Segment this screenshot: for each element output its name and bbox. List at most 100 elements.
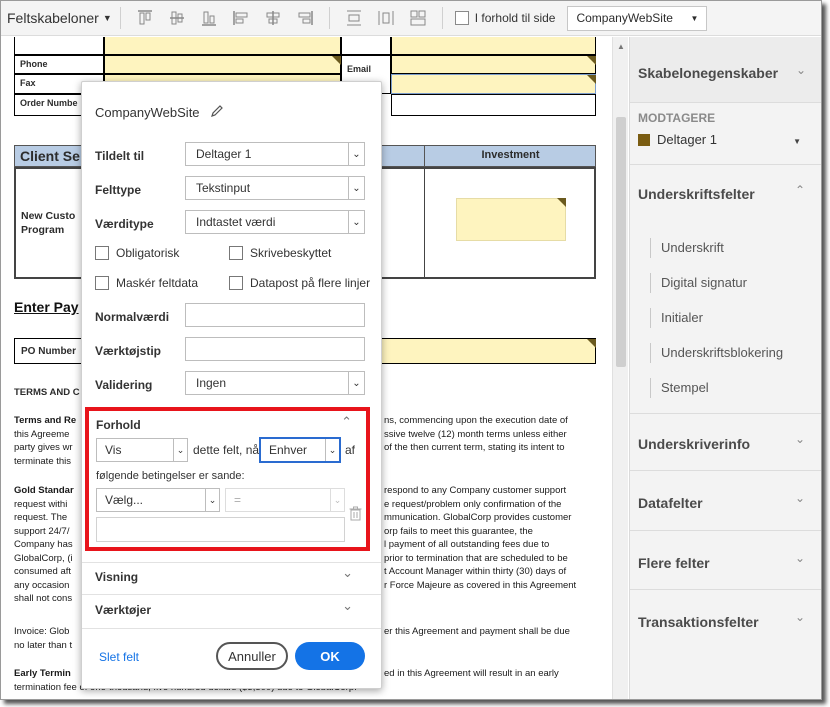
value-type-select[interactable]: Indtastet værdi ⌄ bbox=[185, 210, 365, 234]
transaction-fields-title[interactable]: Transaktionsfelter bbox=[638, 614, 759, 630]
field-type-select[interactable]: Tekstinput ⌄ bbox=[185, 176, 365, 200]
chevron-down-icon[interactable]: ⌄ bbox=[795, 551, 805, 565]
mask-checkbox[interactable]: Maskér feltdata bbox=[95, 276, 198, 290]
column-divider bbox=[424, 167, 425, 279]
checkbox-box[interactable] bbox=[454, 11, 469, 25]
checkbox-box[interactable] bbox=[229, 276, 243, 290]
delete-field-link[interactable]: Slet felt bbox=[99, 650, 139, 664]
phone-field[interactable] bbox=[104, 55, 341, 74]
ok-button[interactable]: OK bbox=[295, 642, 365, 670]
condition-match-select[interactable]: Enhver ⌄ bbox=[260, 438, 340, 462]
field-item-signature[interactable]: Underskrift bbox=[650, 238, 724, 258]
condition-action-select[interactable]: Vis ⌄ bbox=[96, 438, 188, 462]
signature-fields-title[interactable]: Underskriftsfelter bbox=[638, 186, 755, 202]
data-fields-title[interactable]: Datafelter bbox=[638, 495, 703, 511]
email-field[interactable] bbox=[391, 55, 596, 74]
field-item-stamp[interactable]: Stempel bbox=[650, 378, 709, 398]
scroll-up-icon[interactable]: ▲ bbox=[617, 42, 625, 51]
doc-cell bbox=[391, 94, 596, 116]
doc-field[interactable] bbox=[104, 37, 341, 55]
field-item-signature-block[interactable]: Underskriftsblokering bbox=[650, 343, 783, 363]
signer-info-title[interactable]: Underskriverinfo bbox=[638, 436, 750, 452]
readonly-label: Skrivebeskyttet bbox=[250, 246, 332, 260]
align-top-icon[interactable] bbox=[134, 7, 156, 29]
chevron-down-icon: ⌄ bbox=[348, 211, 364, 233]
tooltip-input[interactable] bbox=[185, 337, 365, 361]
invoice-paragraph-left: Invoice: Glob no later than t bbox=[14, 625, 84, 652]
chevron-up-icon[interactable]: ⌃ bbox=[795, 183, 805, 197]
chevron-down-icon[interactable]: ⌄ bbox=[795, 432, 805, 446]
investment-field[interactable] bbox=[456, 198, 566, 241]
assigned-to-select[interactable]: Deltager 1 ⌄ bbox=[185, 142, 365, 166]
condition-of-text: af bbox=[345, 443, 356, 457]
chevron-down-icon[interactable]: ⌄ bbox=[796, 63, 806, 77]
text-line: any occasion bbox=[14, 579, 70, 591]
text-line: respond to any Company customer support bbox=[384, 485, 567, 496]
condition-operator-select[interactable]: = ⌄ bbox=[225, 488, 345, 512]
conditions-section: Forhold ⌃ Vis ⌄ dette felt, når Enhver ⌄… bbox=[85, 407, 370, 551]
align-middle-icon[interactable] bbox=[166, 7, 188, 29]
chevron-down-icon[interactable]: ⌄ bbox=[342, 565, 353, 581]
size-match-icon[interactable] bbox=[407, 7, 429, 29]
tools-section-label[interactable]: Værktøjer bbox=[95, 603, 151, 617]
field-templates-menu[interactable]: Feltskabeloner ▼ bbox=[7, 10, 112, 26]
section-divider bbox=[82, 628, 381, 629]
section-divider bbox=[82, 594, 381, 595]
field-item-initials[interactable]: Initialer bbox=[650, 308, 703, 328]
po-number-field[interactable] bbox=[382, 339, 595, 363]
phone-label-cell: Phone bbox=[14, 55, 104, 74]
pencil-icon[interactable] bbox=[210, 104, 224, 121]
page-relative-checkbox[interactable]: I forhold til side bbox=[454, 11, 555, 25]
default-value-input[interactable] bbox=[185, 303, 365, 327]
validation-select[interactable]: Ingen ⌄ bbox=[185, 371, 365, 395]
email-field-selected[interactable] bbox=[391, 74, 596, 94]
field-type-value: Tekstinput bbox=[196, 181, 251, 195]
chevron-down-icon[interactable]: ⌄ bbox=[342, 598, 353, 614]
document-scrollbar[interactable]: ▲ bbox=[612, 37, 628, 699]
distribute-vertical-icon[interactable] bbox=[343, 7, 365, 29]
readonly-checkbox[interactable]: Skrivebeskyttet bbox=[229, 246, 331, 260]
multiline-checkbox[interactable]: Datapost på flere linjer bbox=[229, 276, 370, 290]
recipient-dropdown-icon[interactable]: ▼ bbox=[793, 137, 801, 146]
fax-label: Fax bbox=[20, 78, 36, 88]
condition-value-input[interactable] bbox=[96, 517, 345, 542]
chevron-down-icon[interactable]: ⌄ bbox=[795, 491, 805, 505]
align-left-icon[interactable] bbox=[230, 7, 252, 29]
early-paragraph-left: Early Termin bbox=[14, 668, 71, 679]
account-select[interactable]: CompanyWebSite ▼ bbox=[567, 5, 708, 31]
text-line: orp fails to meet this guarantee, the bbox=[384, 525, 533, 537]
chevron-down-icon[interactable]: ⌄ bbox=[795, 610, 805, 624]
checkbox-box[interactable] bbox=[95, 246, 109, 260]
field-corner-marker bbox=[587, 56, 596, 65]
dialog-title-text: CompanyWebSite bbox=[95, 105, 200, 120]
chevron-down-icon: ⌄ bbox=[348, 143, 364, 165]
trash-icon[interactable] bbox=[349, 506, 362, 524]
chevron-up-icon[interactable]: ⌃ bbox=[341, 414, 352, 430]
text-line: prior to termination that are scheduled … bbox=[384, 552, 568, 564]
align-center-icon[interactable] bbox=[262, 7, 284, 29]
field-corner-marker bbox=[557, 198, 566, 207]
distribute-horizontal-icon[interactable] bbox=[375, 7, 397, 29]
align-bottom-icon[interactable] bbox=[198, 7, 220, 29]
cancel-button[interactable]: Annuller bbox=[216, 642, 288, 670]
checkbox-box[interactable] bbox=[95, 276, 109, 290]
doc-field[interactable] bbox=[391, 37, 596, 55]
template-properties-section[interactable]: Skabelonegenskaber ⌄ bbox=[630, 37, 821, 103]
new-customer-label: New Custo Program bbox=[21, 209, 75, 237]
recipient-selector[interactable]: Deltager 1 bbox=[638, 132, 717, 147]
invoice-paragraph-right: er this Agreement and payment shall be d… bbox=[384, 625, 594, 639]
doc-cell bbox=[14, 37, 104, 55]
required-checkbox[interactable]: Obligatorisk bbox=[95, 246, 179, 260]
field-item-digital-signature[interactable]: Digital signatur bbox=[650, 273, 747, 293]
condition-field-select[interactable]: Vælg... ⌄ bbox=[96, 488, 220, 512]
mask-label: Maskér feltdata bbox=[116, 276, 199, 290]
display-section-label[interactable]: Visning bbox=[95, 570, 138, 584]
scroll-thumb[interactable] bbox=[616, 117, 626, 367]
more-fields-title[interactable]: Flere felter bbox=[638, 555, 710, 571]
align-right-icon[interactable] bbox=[294, 7, 316, 29]
recipients-label: MODTAGERE bbox=[638, 111, 716, 125]
properties-panel: Skabelonegenskaber ⌄ MODTAGERE Deltager … bbox=[629, 37, 821, 699]
chevron-down-icon: ⌄ bbox=[325, 439, 339, 461]
chevron-down-icon: ⌄ bbox=[173, 439, 187, 461]
checkbox-box[interactable] bbox=[229, 246, 243, 260]
